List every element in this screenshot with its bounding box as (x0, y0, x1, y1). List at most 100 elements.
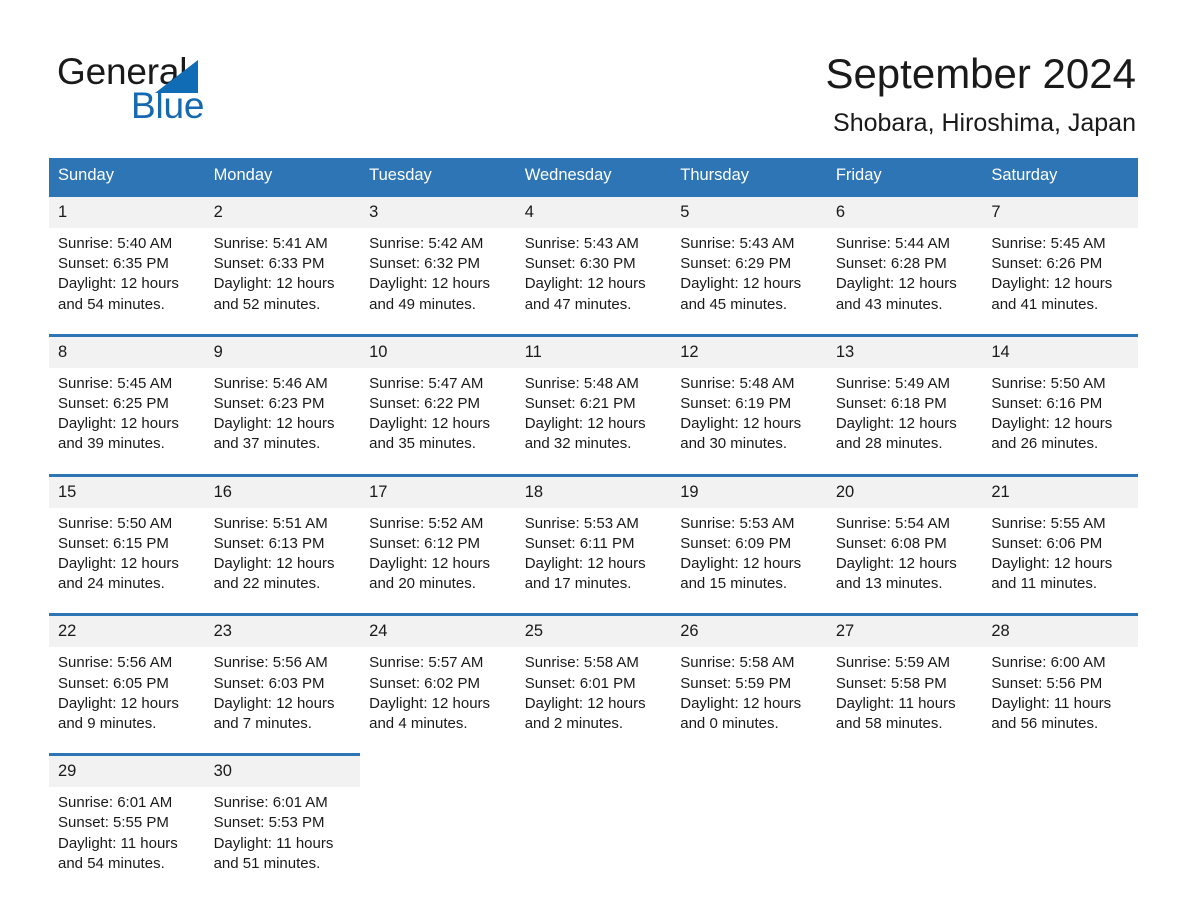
sunrise-text: Sunrise: 5:43 AM (680, 235, 795, 252)
day-details: Sunrise: 6:00 AM Sunset: 5:56 PM Daylight:… (982, 647, 1138, 734)
daylight-text-line2: and 51 minutes. (213, 854, 321, 872)
calendar-day-cell[interactable]: 26 Sunrise: 5:58 AM Sunset: 5:59 PM Dayligh… (671, 613, 827, 735)
logo-text-blue: Blue (131, 85, 205, 126)
calendar-day-cell[interactable]: 5 Sunrise: 5:43 AM Sunset: 6:29 PM Daylight… (671, 193, 827, 315)
sunrise-text: Sunrise: 5:51 AM (213, 514, 328, 532)
calendar-day-cell[interactable]: 27 Sunrise: 5:59 AM Sunset: 5:58 PM Dayligh… (826, 613, 983, 735)
daylight-text-line2: and 26 minutes. (991, 435, 1099, 453)
calendar-day-cell[interactable]: 1 Sunrise: 5:40 AM Sunset: 6:35 PM Daylight… (49, 193, 205, 315)
calendar-day-cell[interactable]: 2 Sunrise: 5:41 AM Sunset: 6:33 PM Daylight… (204, 193, 361, 315)
calendar-day-cell[interactable]: 22 Sunrise: 5:56 AM Sunset: 6:05 PM Dayligh… (49, 613, 205, 735)
calendar-day-cell[interactable]: 30 Sunrise: 6:01 AM Sunset: 5:53 PM Dayligh… (204, 753, 361, 875)
calendar-day-cell[interactable]: 15 Sunrise: 5:50 AM Sunset: 6:15 PM Dayligh… (49, 473, 205, 595)
day-number (826, 754, 983, 766)
day-details: Sunrise: 5:45 AM Sunset: 6:26 PM Daylight:… (982, 228, 1138, 315)
calendar-empty-cell (515, 754, 672, 875)
calendar-day-cell[interactable]: 17 Sunrise: 5:52 AM Sunset: 6:12 PM Dayligh… (360, 473, 516, 595)
day-number: 8 (49, 336, 205, 368)
day-details: Sunrise: 5:53 AM Sunset: 6:09 PM Daylight:… (671, 508, 827, 595)
calendar-day-cell[interactable]: 8 Sunrise: 5:45 AM Sunset: 6:25 PM Daylight… (49, 333, 205, 455)
week-gap-cell (826, 734, 983, 755)
day-details: Sunrise: 5:42 AM Sunset: 6:32 PM Daylight:… (360, 228, 516, 315)
daylight-text-line1: Daylight: 12 hours (524, 275, 646, 293)
sunrise-text: Sunrise: 5:40 AM (58, 235, 173, 252)
location-subtitle: Shobara, Hiroshima, Japan (833, 109, 1136, 137)
daylight-text-line2: and 17 minutes. (524, 575, 632, 593)
sunset-text: Sunset: 6:19 PM (680, 395, 792, 413)
day-details: Sunrise: 5:40 AM Sunset: 6:35 PM Daylight:… (49, 228, 205, 315)
daylight-text-line1: Daylight: 12 hours (213, 555, 335, 573)
day-details: Sunrise: 5:53 AM Sunset: 6:11 PM Daylight:… (516, 508, 672, 595)
calendar-day-cell[interactable]: 24 Sunrise: 5:57 AM Sunset: 6:02 PM Dayligh… (360, 613, 516, 735)
calendar-day-cell[interactable]: 7 Sunrise: 5:45 AM Sunset: 6:26 PM Daylight… (982, 193, 1138, 315)
calendar-day-cell[interactable]: 3 Sunrise: 5:42 AM Sunset: 6:32 PM Daylight… (360, 193, 516, 315)
sunset-text: Sunset: 6:33 PM (213, 255, 325, 273)
calendar-empty-cell (826, 754, 983, 875)
week-gap-cell (360, 454, 516, 476)
calendar-day-cell[interactable]: 6 Sunrise: 5:44 AM Sunset: 6:28 PM Daylight… (826, 193, 983, 315)
day-number: 13 (826, 336, 983, 368)
sunset-text: Sunset: 6:25 PM (58, 395, 169, 413)
sunset-text: Sunset: 6:21 PM (524, 395, 636, 413)
calendar-week-row: 1 Sunrise: 5:40 AM Sunset: 6:35 PM Daylight… (49, 193, 1138, 315)
daylight-text-line2: and 45 minutes. (680, 295, 787, 313)
daylight-text-line2: and 52 minutes. (213, 295, 321, 313)
daylight-text-line2: and 11 minutes. (991, 575, 1097, 593)
calendar-day-cell[interactable]: 20 Sunrise: 5:54 AM Sunset: 6:08 PM Dayligh… (826, 473, 983, 595)
weekday-header-monday: Monday (204, 158, 361, 196)
daylight-text-line2: and 9 minutes. (58, 715, 157, 733)
week-gap (49, 734, 1138, 755)
day-details: Sunrise: 5:54 AM Sunset: 6:08 PM Daylight:… (827, 508, 983, 595)
calendar-day-cell[interactable]: 18 Sunrise: 5:53 AM Sunset: 6:11 PM Dayligh… (515, 473, 672, 595)
sunset-text: Sunset: 5:55 PM (58, 814, 169, 832)
sunset-text: Sunset: 6:08 PM (835, 534, 947, 552)
calendar-empty-cell (360, 754, 516, 875)
sunrise-text: Sunrise: 5:44 AM (835, 235, 951, 252)
sunset-text: Sunset: 5:58 PM (835, 674, 947, 692)
daylight-text-line2: and 54 minutes. (58, 854, 165, 872)
week-gap-cell (49, 454, 205, 476)
daylight-text-line1: Daylight: 12 hours (835, 415, 957, 433)
day-details: Sunrise: 5:50 AM Sunset: 6:16 PM Daylight:… (982, 368, 1138, 455)
day-number: 27 (826, 616, 983, 648)
calendar-day-cell[interactable]: 23 Sunrise: 5:56 AM Sunset: 6:03 PM Dayligh… (204, 613, 361, 735)
daylight-text-line1: Daylight: 12 hours (524, 555, 646, 573)
sunset-text: Sunset: 5:59 PM (680, 674, 792, 692)
calendar-day-cell[interactable]: 11 Sunrise: 5:48 AM Sunset: 6:21 PM Dayligh… (515, 333, 672, 455)
calendar-day-cell[interactable]: 25 Sunrise: 5:58 AM Sunset: 6:01 PM Dayligh… (515, 613, 672, 735)
calendar-day-cell[interactable]: 14 Sunrise: 5:50 AM Sunset: 6:16 PM Dayligh… (982, 333, 1138, 455)
sunrise-text: Sunrise: 5:57 AM (369, 654, 484, 672)
week-gap-cell (515, 454, 672, 476)
calendar-day-cell[interactable]: 9 Sunrise: 5:46 AM Sunset: 6:23 PM Daylight… (204, 333, 361, 455)
calendar-day-cell[interactable]: 28 Sunrise: 6:00 AM Sunset: 5:56 PM Dayligh… (982, 613, 1138, 735)
calendar-day-cell[interactable]: 29 Sunrise: 6:01 AM Sunset: 5:55 PM Dayligh… (49, 753, 205, 875)
calendar-week-row: 15 Sunrise: 5:50 AM Sunset: 6:15 PM Dayligh… (49, 473, 1138, 595)
week-gap-cell (826, 454, 983, 476)
sunrise-text: Sunrise: 6:01 AM (213, 794, 328, 812)
sunrise-text: Sunrise: 6:01 AM (58, 794, 173, 812)
sunset-text: Sunset: 6:15 PM (58, 534, 169, 552)
daylight-text-line2: and 32 minutes. (524, 435, 632, 453)
sunset-text: Sunset: 6:13 PM (213, 534, 325, 552)
week-gap-cell (49, 734, 205, 755)
daylight-text-line1: Daylight: 11 hours (58, 834, 178, 852)
day-details: Sunrise: 5:55 AM Sunset: 6:06 PM Daylight:… (982, 508, 1138, 595)
calendar-day-cell[interactable]: 16 Sunrise: 5:51 AM Sunset: 6:13 PM Dayligh… (204, 473, 361, 595)
daylight-text-line1: Daylight: 12 hours (369, 275, 491, 293)
calendar-day-cell[interactable]: 12 Sunrise: 5:48 AM Sunset: 6:19 PM Dayligh… (671, 333, 827, 455)
generalblue-logo[interactable]: General Blue (57, 52, 317, 128)
day-number: 16 (204, 476, 361, 508)
calendar-day-cell[interactable]: 19 Sunrise: 5:53 AM Sunset: 6:09 PM Dayligh… (671, 473, 827, 595)
day-number: 28 (982, 616, 1138, 648)
calendar-day-cell[interactable]: 10 Sunrise: 5:47 AM Sunset: 6:22 PM Dayligh… (360, 333, 516, 455)
week-gap-cell (204, 454, 361, 476)
sunrise-text: Sunrise: 5:53 AM (680, 514, 795, 532)
week-gap-cell (982, 594, 1138, 615)
daylight-text-line2: and 24 minutes. (58, 575, 165, 593)
calendar-day-cell[interactable]: 21 Sunrise: 5:55 AM Sunset: 6:06 PM Dayligh… (982, 473, 1138, 595)
day-number: 22 (49, 616, 205, 648)
calendar-day-cell[interactable]: 13 Sunrise: 5:49 AM Sunset: 6:18 PM Dayligh… (826, 333, 983, 455)
daylight-text-line2: and 56 minutes. (991, 715, 1099, 733)
calendar-day-cell[interactable]: 4 Sunrise: 5:43 AM Sunset: 6:30 PM Daylight… (515, 193, 672, 315)
daylight-text-line2: and 30 minutes. (680, 435, 787, 453)
